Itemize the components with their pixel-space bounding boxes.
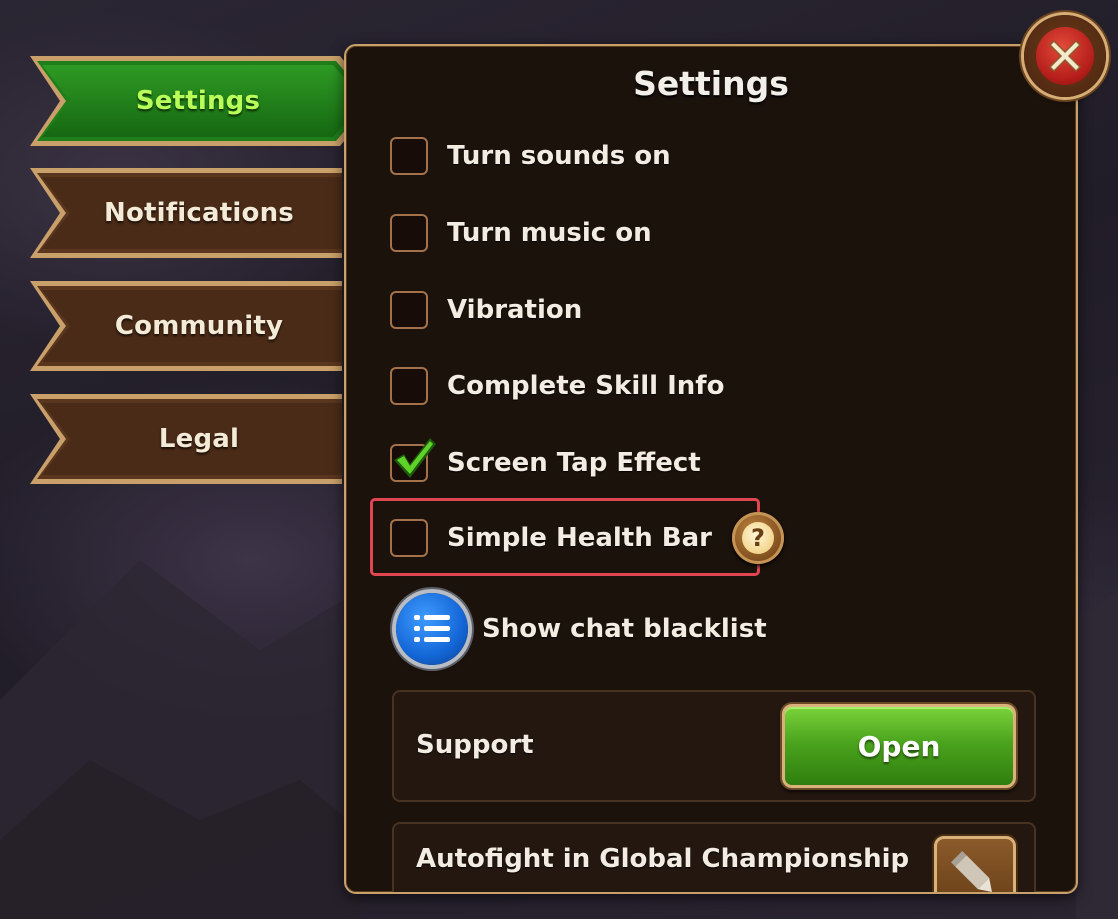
support-label: Support: [416, 730, 534, 760]
list-icon[interactable]: [396, 593, 468, 665]
support-card: Support Open: [392, 690, 1036, 802]
option-label: Turn music on: [447, 218, 652, 248]
option-turn-sounds-on[interactable]: Turn sounds on: [390, 136, 671, 176]
option-label: Turn sounds on: [447, 141, 671, 171]
tab-settings[interactable]: Settings: [28, 54, 380, 148]
option-turn-music-on[interactable]: Turn music on: [390, 213, 652, 253]
skill-info-checkbox[interactable]: [390, 367, 428, 405]
tab-label: Settings: [135, 86, 261, 116]
option-screen-tap-effect[interactable]: Screen Tap Effect: [390, 438, 701, 483]
health-bar-checkbox[interactable]: [390, 519, 428, 557]
vibration-checkbox[interactable]: [390, 291, 428, 329]
chat-blacklist-label: Show chat blacklist: [482, 614, 767, 644]
tab-label: Legal: [158, 424, 240, 454]
tap-effect-checkbox[interactable]: [390, 438, 436, 482]
option-vibration[interactable]: Vibration: [390, 290, 582, 330]
support-open-button[interactable]: Open: [782, 704, 1016, 788]
settings-panel: Settings Turn sounds on Turn music on Vi…: [344, 44, 1078, 894]
option-label: Screen Tap Effect: [447, 448, 701, 478]
autofight-card: Autofight in Global Championship: [392, 822, 1036, 892]
music-checkbox[interactable]: [390, 214, 428, 252]
panel-title: Settings: [633, 64, 789, 103]
tab-label: Notifications: [104, 198, 294, 228]
help-button[interactable]: ?: [731, 512, 784, 564]
tab-notifications[interactable]: Notifications: [28, 166, 342, 260]
option-simple-health-bar[interactable]: Simple Health Bar ?: [390, 512, 784, 564]
option-label: Vibration: [447, 295, 583, 325]
tab-community[interactable]: Community: [28, 279, 342, 373]
checkmark-icon: [394, 438, 436, 478]
close-icon: [1036, 27, 1094, 85]
edit-button[interactable]: [934, 836, 1016, 892]
tab-label: Community: [114, 311, 284, 341]
pencil-icon: [950, 850, 992, 892]
autofight-label: Autofight in Global Championship: [416, 844, 910, 874]
tab-legal[interactable]: Legal: [28, 392, 342, 486]
option-complete-skill-info[interactable]: Complete Skill Info: [390, 366, 724, 406]
show-chat-blacklist[interactable]: Show chat blacklist: [396, 593, 767, 665]
close-button[interactable]: [1024, 15, 1106, 97]
option-label: Complete Skill Info: [447, 371, 725, 401]
option-label: Simple Health Bar: [447, 523, 712, 553]
question-icon: ?: [741, 522, 774, 554]
sounds-checkbox[interactable]: [390, 137, 428, 175]
